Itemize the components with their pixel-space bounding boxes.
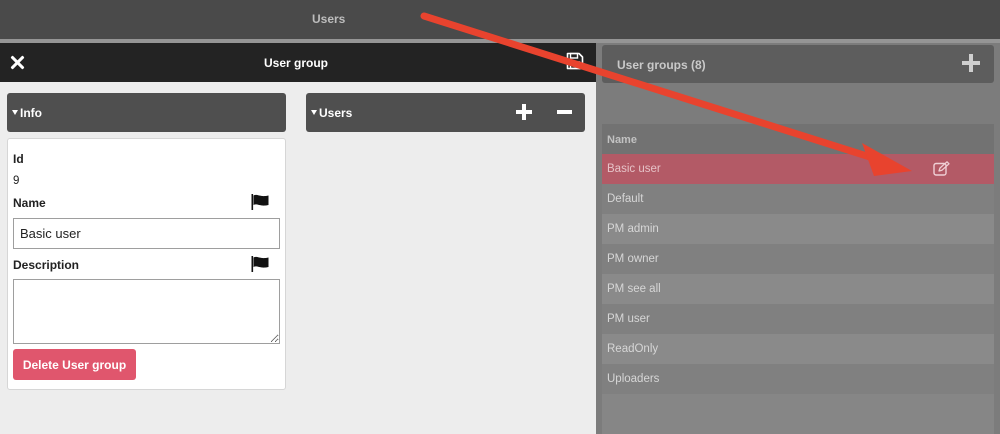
table-row[interactable]: PM owner [602,244,994,274]
user-groups-panel: User groups (8) Name Basic user Default … [596,43,1000,434]
dialog-header: User group [0,43,596,82]
row-name: PM owner [607,253,659,265]
name-input[interactable] [13,218,280,249]
table-row[interactable]: PM admin [602,214,994,244]
table-row[interactable]: PM see all [602,274,994,304]
row-name: Uploaders [607,373,660,385]
row-name: Default [607,193,644,205]
plus-icon[interactable] [962,54,980,72]
row-name: ReadOnly [607,343,659,355]
close-icon[interactable] [10,55,25,70]
plus-icon[interactable] [516,104,532,120]
user-groups-title: User groups (8) [617,58,706,72]
flag-icon[interactable] [251,256,269,272]
id-value: 9 [13,175,20,187]
app-header: Users [0,0,1000,39]
row-name: PM admin [607,223,659,235]
users-section-toggle[interactable]: Users [306,93,585,132]
description-input[interactable] [13,279,280,344]
user-group-dialog: User group Info Users Id 9 Name Descript… [0,43,596,434]
info-section-title: Info [20,106,42,120]
row-name: Basic user [607,163,661,175]
row-name: PM see all [607,283,661,295]
app-title: Users [312,12,346,26]
edit-icon[interactable] [933,161,950,176]
delete-user-group-button[interactable]: Delete User group [13,349,136,380]
caret-down-icon [311,110,317,115]
minus-icon[interactable] [557,110,572,114]
info-section-toggle[interactable]: Info [7,93,286,132]
user-groups-header: User groups (8) [602,45,994,83]
row-name: PM user [607,313,650,325]
table-row[interactable]: ReadOnly [602,334,994,364]
table-row[interactable]: Default [602,184,994,214]
description-label: Description [13,258,80,272]
users-section-title: Users [319,106,353,120]
user-groups-table: Name Basic user Default PM admin PM owne… [602,124,994,434]
table-row[interactable]: PM user [602,304,994,334]
table-row[interactable]: Basic user [602,154,994,184]
save-icon[interactable] [566,52,584,70]
column-header-name[interactable]: Name [602,124,994,154]
flag-icon[interactable] [251,194,269,210]
table-row[interactable]: Uploaders [602,364,994,394]
caret-down-icon [12,110,18,115]
dialog-title: User group [264,56,329,70]
id-label: Id [13,152,24,166]
name-label: Name [13,196,46,210]
info-form: Id 9 Name Description Delete User group [7,138,286,390]
